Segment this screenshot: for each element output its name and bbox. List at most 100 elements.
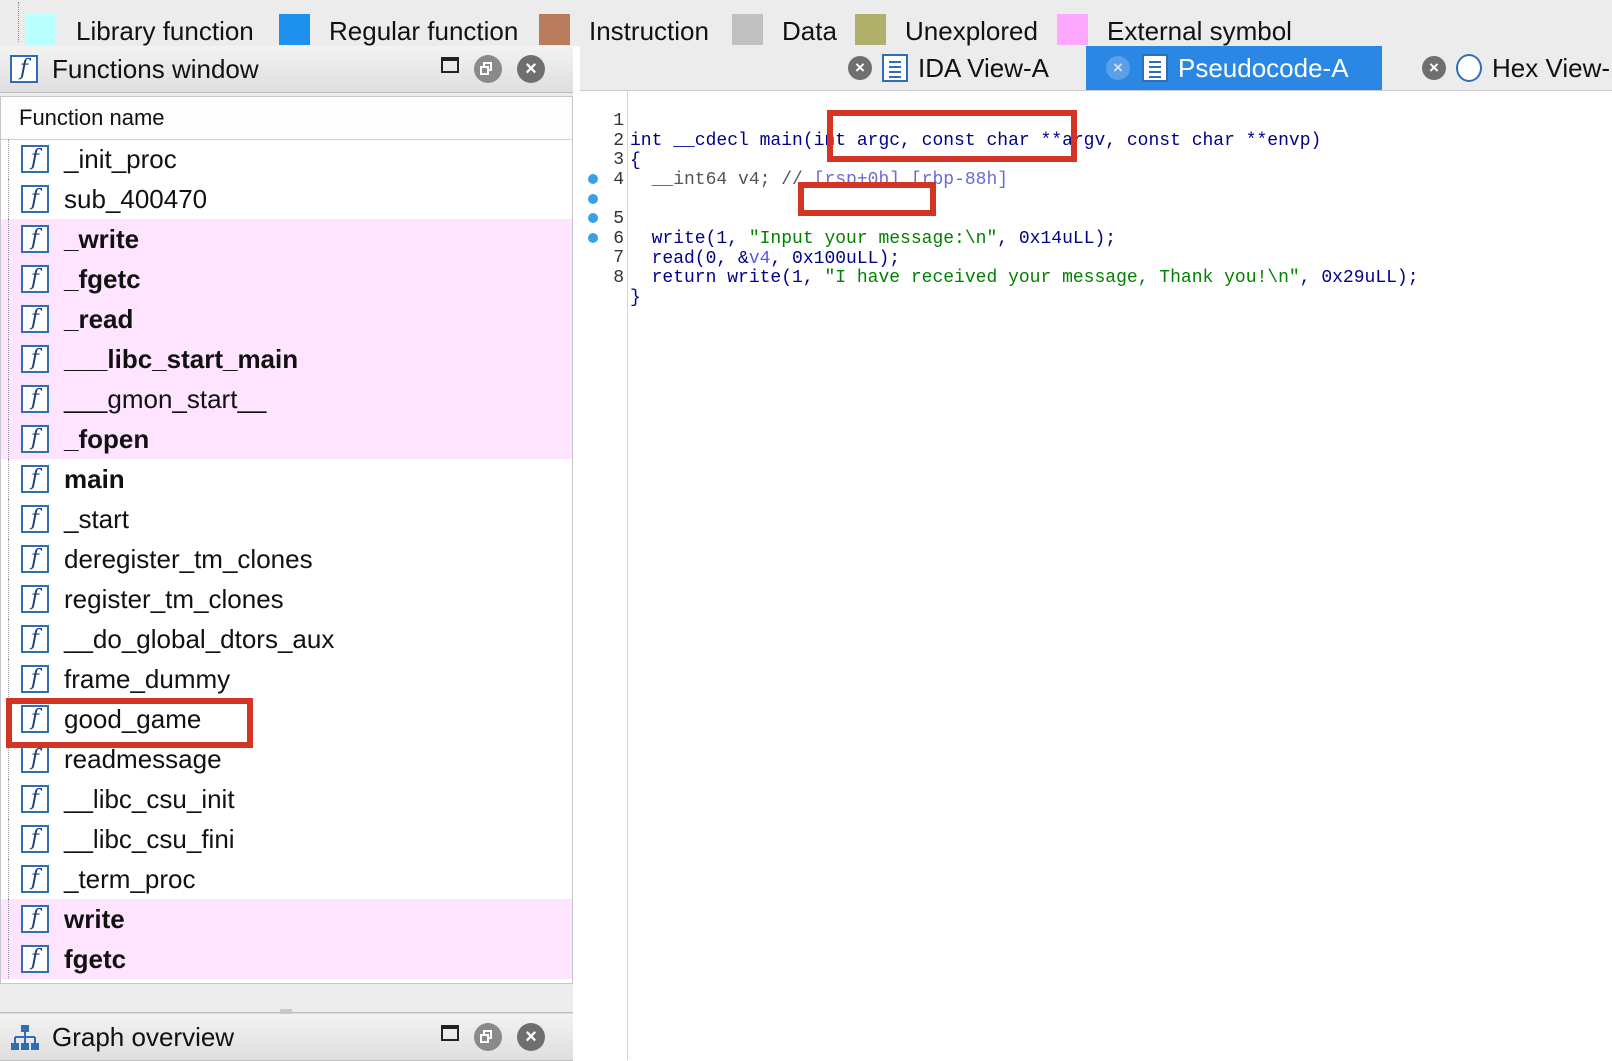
code-line-4[interactable]: 4	[580, 150, 1612, 190]
functions-window-title: Functions window	[52, 54, 259, 84]
function-name: _start	[64, 504, 130, 534]
close-button[interactable]: ×	[517, 55, 545, 83]
function-name: _read	[64, 304, 134, 334]
function-icon: f	[21, 225, 49, 253]
function-name: __do_global_dtors_aux	[64, 624, 335, 654]
variable-v4[interactable]: v4	[749, 249, 771, 269]
function-row[interactable]: f _write	[1, 219, 572, 259]
breakpoint-dot-icon[interactable]	[588, 213, 598, 223]
code-text: }	[630, 287, 641, 308]
code-line-6[interactable]: 6 read(0, &v4, 0x100uLL);	[580, 189, 1612, 269]
code-tail: , 0x29uLL);	[1299, 268, 1419, 288]
restore-button[interactable]	[474, 1023, 502, 1051]
gutter-divider	[627, 90, 628, 1060]
function-row[interactable]: f frame_dummy	[1, 659, 572, 699]
function-icon: f	[21, 665, 49, 693]
annotation-box-good-game	[6, 698, 253, 748]
regular-function-swatch	[279, 14, 310, 45]
legend-library-function: Library function	[76, 16, 254, 46]
function-name: _write	[64, 224, 140, 254]
close-tab-icon[interactable]: ×	[1106, 56, 1130, 80]
close-tab-icon[interactable]: ×	[1422, 56, 1446, 80]
function-row[interactable]: f __libc_csu_init	[1, 779, 572, 819]
column-header-label: Function name	[19, 105, 165, 130]
code-line-2[interactable]: 2 {	[580, 111, 1612, 171]
function-icon: f	[21, 905, 49, 933]
column-header-function-name[interactable]: Function name	[1, 97, 572, 140]
function-row[interactable]: f _fopen	[1, 419, 572, 459]
instruction-swatch	[539, 14, 570, 45]
code-line-1[interactable]: 1 int __cdecl main(int argc, const char …	[580, 91, 1612, 151]
function-name: __libc_csu_init	[64, 784, 235, 814]
code-line-3[interactable]: 3 __int64 v4; // [rsp+0h] [rbp-88h]	[580, 130, 1612, 190]
function-row[interactable]: f register_tm_clones	[1, 579, 572, 619]
function-name: frame_dummy	[64, 664, 231, 694]
function-row[interactable]: f _term_proc	[1, 859, 572, 899]
function-row[interactable]: f deregister_tm_clones	[1, 539, 572, 579]
close-tab-icon[interactable]: ×	[848, 56, 872, 80]
tab-pseudocode-a[interactable]: × Pseudocode-A	[1086, 46, 1382, 90]
function-list[interactable]: Function name f _init_proc f sub_400470 f _…	[0, 96, 573, 984]
tab-label: Pseudocode-A	[1178, 53, 1349, 83]
function-name: _term_proc	[64, 864, 196, 894]
hex-icon	[1456, 54, 1482, 82]
breakpoint-dot-icon[interactable]	[588, 232, 598, 243]
code-line-7[interactable]: 7 return write(1, "I have received your …	[580, 208, 1612, 288]
functions-window-header[interactable]: f Functions window ×	[0, 46, 573, 93]
restore-button[interactable]	[474, 55, 502, 83]
function-row[interactable]: f _start	[1, 499, 572, 539]
close-button[interactable]: ×	[517, 1023, 545, 1051]
function-row[interactable]: f _init_proc	[1, 139, 572, 179]
graph-overview-title: Graph overview	[52, 1022, 235, 1052]
maximize-button[interactable]	[441, 57, 459, 73]
code-line-5[interactable]: 5 write(1, "Input your message:\n", 0x14…	[580, 169, 1612, 249]
code-call: read(0, &	[630, 248, 749, 269]
function-icon: f	[21, 145, 49, 173]
breakpoint-dot-icon[interactable]	[588, 174, 598, 184]
functions-panel: f Functions window × Function name f _ini…	[0, 46, 573, 1061]
code-text: read(0, &v4, 0x100uLL);	[630, 249, 900, 269]
function-row[interactable]: f _read	[1, 299, 572, 339]
graph-overview-header[interactable]: Graph overview ×	[0, 1014, 573, 1061]
function-icon: f	[21, 305, 49, 333]
function-row[interactable]: f __libc_csu_fini	[1, 819, 572, 859]
function-icon: f	[21, 465, 49, 493]
tab-ida-view-a[interactable]: × IDA View-A	[838, 46, 1066, 90]
function-row[interactable]: f ___libc_start_main	[1, 339, 572, 379]
function-name: main	[64, 464, 125, 494]
function-rows: f _init_proc f sub_400470 f _write f _fgetc …	[1, 139, 572, 979]
function-row[interactable]: f sub_400470	[1, 179, 572, 219]
function-name: _fgetc	[64, 264, 141, 294]
code-line-8[interactable]: 8 }	[580, 228, 1612, 308]
data-swatch	[732, 14, 763, 45]
function-row[interactable]: f __do_global_dtors_aux	[1, 619, 572, 659]
function-icon: f	[21, 185, 49, 213]
function-row[interactable]: f _fgetc	[1, 259, 572, 299]
function-name: write	[64, 904, 125, 934]
function-icon: f	[21, 745, 49, 773]
function-icon: f	[21, 385, 49, 413]
line-number: 8	[613, 267, 624, 288]
function-row[interactable]: f main	[1, 459, 572, 499]
function-name: ___libc_start_main	[64, 344, 299, 374]
code-separator: ,	[770, 248, 793, 269]
breakpoint-dot-icon[interactable]	[588, 193, 598, 204]
legend-data: Data	[782, 16, 837, 46]
annotation-box-read-size	[798, 182, 936, 216]
maximize-button[interactable]	[441, 1025, 459, 1041]
function-name: ___gmon_start__	[64, 384, 267, 414]
function-row[interactable]: f fgetc	[1, 939, 572, 979]
function-icon: f	[21, 265, 49, 293]
function-name: __libc_csu_fini	[64, 824, 235, 854]
pseudocode-view[interactable]: 1 int __cdecl main(int argc, const char …	[580, 90, 1612, 1061]
annotation-box-stack-offset	[827, 110, 1077, 162]
function-row[interactable]: f write	[1, 899, 572, 939]
function-icon: f	[21, 425, 49, 453]
tab-hex-view-1[interactable]: × Hex View-1	[1410, 46, 1612, 90]
legend-regular-function: Regular function	[329, 16, 519, 46]
function-row[interactable]: f ___gmon_start__	[1, 379, 572, 419]
legend-divider	[18, 2, 20, 42]
function-name: sub_400470	[64, 184, 208, 214]
unexplored-swatch	[855, 14, 886, 45]
tab-label: Hex View-1	[1492, 53, 1612, 83]
